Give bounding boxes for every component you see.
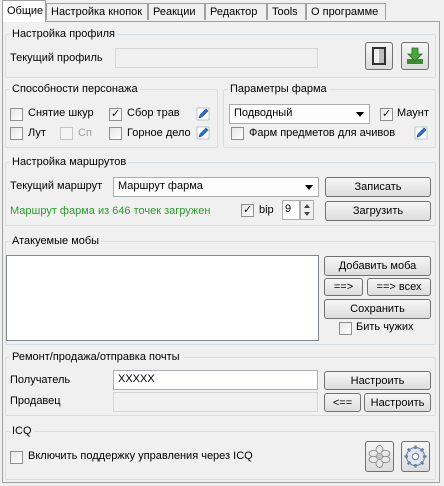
recipient-label: Получатель [10,374,71,386]
seller-label: Продавец [10,395,61,407]
sp-checkbox[interactable] [60,127,73,140]
configure-recipient-button[interactable]: Настроить [324,371,431,390]
icq-settings-button[interactable] [401,441,430,472]
chevron-down-icon [305,185,313,190]
icq-enable-label: Включить поддержку управления через ICQ [28,450,253,462]
current-profile-label: Текущий профиль [10,52,103,64]
current-route-value: Маршрут фарма [118,180,203,192]
mining-checkbox[interactable] [109,127,122,140]
achievements-label: Фарм предметов для ачивов [249,127,396,139]
mail-legend: Ремонт/продажа/отправка почты [12,351,180,363]
open-book-icon [372,47,386,65]
herbs-label: Сбор трав [127,107,180,119]
bip-checkbox[interactable] [241,204,254,217]
recipient-field[interactable]: XXXXX [113,370,318,390]
tab-reactions[interactable]: Реакции [148,3,205,20]
load-route-button[interactable]: Загрузить [325,201,431,221]
loot-checkbox[interactable] [10,127,23,140]
achievements-checkbox[interactable] [231,127,244,140]
mining-label: Горное дело [127,127,191,139]
gear-settings-icon [404,445,427,468]
bip-label: bip [259,204,274,216]
skinning-label: Снятие шкур [28,107,94,119]
loot-label: Лут [28,127,46,139]
current-route-select[interactable]: Маршрут фарма [113,177,319,197]
tab-about[interactable]: О программе [306,3,386,20]
download-save-icon [407,47,423,64]
configure-seller-button[interactable]: Настроить [364,393,431,412]
icq-enable-checkbox[interactable] [10,451,23,464]
add-mob-button[interactable]: Добавить моба [324,256,431,276]
tab-general[interactable]: Общие [2,0,46,22]
edit-mining-pencil-icon[interactable] [196,126,210,140]
mount-label: Маунт [397,107,429,119]
seller-field[interactable] [113,392,318,412]
back-arrow-button[interactable]: <== [324,393,361,412]
tab-editor[interactable]: Редактор [205,3,267,20]
current-profile-field[interactable] [115,48,318,68]
beat-others-label: Бить чужих [356,321,414,333]
save-mobs-button[interactable]: Сохранить [324,299,431,319]
beat-others-checkbox[interactable] [339,322,352,335]
tab-tools[interactable]: Tools [267,3,306,20]
chevron-down-icon [356,112,364,117]
save-profile-button[interactable] [401,42,429,70]
edit-herbs-pencil-icon[interactable] [196,107,210,121]
herbs-checkbox[interactable] [109,108,122,121]
icq-flower-icon [368,445,391,468]
abilities-legend: Способности персонажа [12,83,138,95]
current-route-label: Текущий маршрут [10,180,103,192]
tab-button-settings[interactable]: Настройка кнопок [46,3,148,20]
record-route-button[interactable]: Записать [325,177,431,197]
edit-achievements-pencil-icon[interactable] [414,126,428,140]
farm-params-legend: Параметры фарма [230,83,327,95]
routes-legend: Настройка маршрутов [12,156,127,168]
farm-mode-value: Подводный [234,107,293,119]
skinning-checkbox[interactable] [10,108,23,121]
spin-up-icon[interactable] [304,204,310,208]
icq-legend: ICQ [12,425,32,437]
route-status-text: Маршрут фарма из 646 точек загружен [10,205,211,217]
spin-down-icon[interactable] [304,212,310,216]
tab-bar: Общие Настройка кнопок Реакции Редактор … [0,0,444,22]
move-all-mobs-button[interactable]: ==> всех [367,278,431,296]
move-mob-button[interactable]: ==> [324,278,363,296]
icq-status-button[interactable] [365,441,394,472]
sp-label: Сп [78,127,92,139]
farm-mode-select[interactable]: Подводный [229,104,370,124]
bip-value-field[interactable]: 9 [282,200,300,220]
profile-legend: Настройка профиля [12,28,115,40]
mount-checkbox[interactable] [380,108,393,121]
mobs-listbox[interactable] [6,255,319,341]
bip-spinner[interactable] [300,200,314,220]
mobs-legend: Атакуемые мобы [12,235,100,247]
open-profile-button[interactable] [365,42,393,70]
